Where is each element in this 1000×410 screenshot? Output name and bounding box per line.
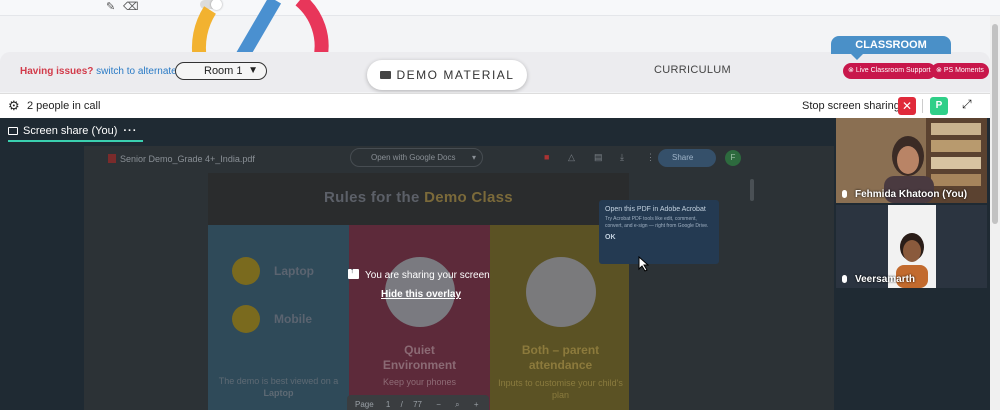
zoom-out-icon: − [436, 400, 441, 409]
demo-best-line: The demo is best viewed on a [218, 376, 339, 386]
participant-name-text: Fehmida Khatoon (You) [855, 189, 968, 200]
classroom-tab[interactable]: CLASSROOM [831, 36, 951, 60]
pdf-toolbar: Senior Demo_Grade 4+_India.pdf Open with… [84, 146, 834, 171]
stop-sharing-label: Stop screen sharing [802, 100, 900, 112]
attendance-title-a: Both – parent [521, 343, 600, 357]
slide-title-a: Rules for the [324, 189, 420, 206]
pdf-file-icon [108, 154, 116, 163]
quiet-title-b: Environment [382, 358, 457, 372]
pdf-scrollbar [750, 179, 754, 201]
more-icon[interactable]: ··· [123, 125, 137, 137]
quiet-column: Quiet Environment Keep your phones [349, 225, 490, 410]
gear-icon[interactable]: ⚙ [8, 99, 20, 113]
print-icon: ▤ [594, 152, 603, 162]
pdf-filename-text: Senior Demo_Grade 4+_India.pdf [120, 154, 255, 164]
zoom-icon: ⌕ [455, 400, 460, 409]
ps-moments-button[interactable]: ⊗ PS Moments [931, 63, 989, 79]
issues-text: Having issues? [20, 66, 94, 77]
whiteboard-toolbar: ✎ ⌫ [0, 0, 1000, 16]
demo-material-button[interactable]: DEMO MATERIAL [367, 60, 527, 90]
download-icon: ⤓ [620, 152, 624, 162]
pdf-pager: Page 1 / 77 − ⌕ + [347, 395, 489, 410]
hide-overlay-link[interactable]: Hide this overlay [381, 289, 461, 300]
expand-icon[interactable]: ⤢ [962, 97, 972, 112]
quiet-title-a: Quiet [404, 343, 435, 357]
group-icon [526, 257, 596, 327]
kebab-menu-icon: ⋮ [646, 152, 655, 162]
popup-ok-button: OK [605, 234, 616, 241]
screen-share-tab[interactable]: Screen share (You) ··· [8, 122, 144, 142]
caret-down-icon: ▼ [248, 65, 258, 76]
popup-body: Try Acrobat PDF tools like edit, comment… [605, 216, 709, 229]
sharing-overlay-title: You are sharing your screen [348, 266, 490, 281]
pencil-icon[interactable]: ✎ [106, 0, 115, 13]
attendance-title-b: attendance [528, 358, 593, 372]
participant-name-text: Veersamarth [855, 274, 916, 285]
classroom-header: Having issues? switch to alternate room … [0, 52, 990, 92]
page-scrollbar[interactable] [990, 16, 1000, 410]
open-with-google-docs-button: Open with Google Docs [350, 148, 483, 167]
page-current: 1 [385, 400, 391, 409]
attendance-title: Both – parent attendance [490, 343, 629, 373]
zoom-in-icon: + [473, 400, 479, 409]
live-support-button[interactable]: ⊗ Live Classroom Support [843, 63, 936, 79]
participant-name: Veersamarth [842, 274, 915, 285]
demo-material-label: DEMO MATERIAL [396, 68, 515, 82]
slide-title-b: Demo Class [424, 189, 513, 206]
drive-add-icon: △ [568, 152, 575, 162]
folder-icon [379, 71, 391, 79]
demo-best-device: Laptop [263, 388, 294, 398]
acrobat-icon: ■ [544, 152, 550, 162]
participant-tile[interactable]: Veersamarth [836, 205, 987, 288]
attendance-subtext: Inputs to customise your child's plan [498, 378, 623, 400]
stop-sharing-button[interactable]: ✕ [898, 97, 916, 115]
mobile-label: Mobile [274, 312, 312, 326]
screen-share-label: Screen share (You) [23, 125, 118, 137]
scrollbar-thumb[interactable] [992, 24, 998, 224]
device-column: Laptop Mobile The demo is best viewed on… [208, 225, 349, 410]
ps-moments-label: PS Moments [943, 67, 984, 74]
pdf-filename: Senior Demo_Grade 4+_India.pdf [108, 154, 255, 164]
acrobat-popup: Open this PDF in Adobe Acrobat Try Acrob… [599, 200, 719, 264]
smiley-icon [232, 257, 260, 285]
mic-icon [842, 190, 847, 198]
laptop-label: Laptop [274, 264, 314, 278]
mic-icon [842, 275, 847, 283]
room-select[interactable]: Room 1 ▼ [175, 62, 267, 80]
upload-icon [348, 266, 359, 279]
room-select-value: Room 1 [204, 65, 243, 77]
sad-face-icon [232, 305, 260, 333]
sharing-overlay-text: You are sharing your screen [365, 270, 490, 281]
close-icon: ✕ [901, 99, 913, 113]
divider [922, 99, 923, 113]
page-separator: / [400, 400, 403, 409]
popup-title: Open this PDF in Adobe Acrobat [605, 206, 706, 213]
live-support-label: Live Classroom Support [855, 67, 931, 74]
participant-avatar-button[interactable]: P [930, 97, 948, 115]
monitor-icon [8, 127, 18, 135]
people-count: 2 people in call [27, 100, 101, 112]
page-total: 77 [413, 400, 422, 409]
decorative-logo-arcs [191, 0, 329, 60]
participant-name: Fehmida Khatoon (You) [842, 189, 967, 200]
page-label: Page [355, 400, 374, 409]
pdf-share-button: Share [658, 149, 716, 167]
eraser-icon[interactable]: ⌫ [123, 0, 139, 13]
participant-tile[interactable]: Fehmida Khatoon (You) [836, 118, 987, 203]
pointer-cursor-icon [638, 256, 650, 272]
quiet-title: Quiet Environment [349, 343, 490, 373]
account-avatar: F [725, 150, 741, 166]
slide-title: Rules for the Demo Class [208, 189, 629, 206]
call-bar: ⚙ 2 people in call Stop screen sharing ✕… [0, 93, 990, 118]
demo-best-text: The demo is best viewed on a Laptop [208, 375, 349, 399]
quiet-subtext: Keep your phones [382, 377, 457, 387]
curriculum-tab[interactable]: CURRICULUM [654, 64, 731, 76]
